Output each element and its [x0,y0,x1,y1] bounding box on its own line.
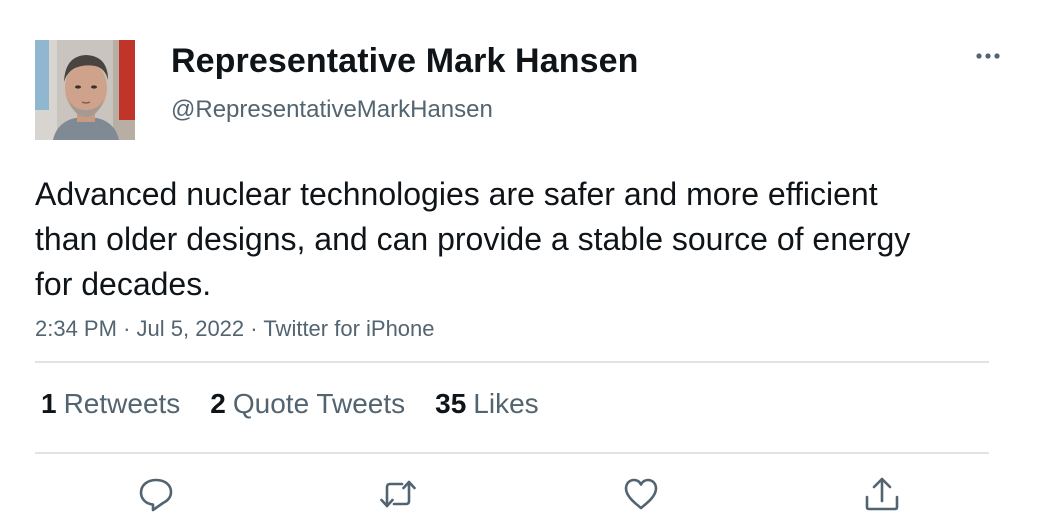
likes-count: 35 [435,388,467,419]
share-button[interactable] [862,474,902,514]
tweet-stats: 1 Retweets 2 Quote Tweets 35 Likes [41,388,569,420]
tweet-date[interactable]: Jul 5, 2022 [137,316,245,341]
tweet-time[interactable]: 2:34 PM [35,316,117,341]
avatar[interactable] [35,40,135,140]
tweet-meta: 2:34 PM · Jul 5, 2022 · Twitter for iPho… [35,316,435,342]
like-icon [624,478,658,510]
quotes-label: Quote Tweets [232,388,406,419]
tweet-source[interactable]: Twitter for iPhone [263,316,434,341]
more-icon [976,53,1000,59]
retweet-button[interactable] [378,474,418,514]
reply-button[interactable] [136,474,176,514]
quote-tweets-stat[interactable]: 2 Quote Tweets [210,388,405,420]
retweet-icon [380,480,416,508]
quotes-count: 2 [210,388,226,419]
retweets-stat[interactable]: 1 Retweets [41,388,180,420]
more-options-button[interactable] [970,40,1006,72]
divider [35,361,989,363]
divider [35,452,989,454]
share-icon [865,477,899,511]
tweet-text: Advanced nuclear technologies are safer … [35,176,911,302]
tweet-card: Representative Mark Hansen @Representati… [0,0,1050,525]
meta-separator: · [250,316,258,341]
reply-icon [139,478,173,512]
author-handle[interactable]: @RepresentativeMarkHansen [171,96,493,124]
likes-label: Likes [473,388,539,419]
author-display-name[interactable]: Representative Mark Hansen [171,42,638,81]
retweets-count: 1 [41,388,57,419]
profile-photo [35,40,135,140]
retweets-label: Retweets [63,388,181,419]
likes-stat[interactable]: 35 Likes [435,388,539,420]
like-button[interactable] [621,474,661,514]
meta-separator: · [123,316,131,341]
